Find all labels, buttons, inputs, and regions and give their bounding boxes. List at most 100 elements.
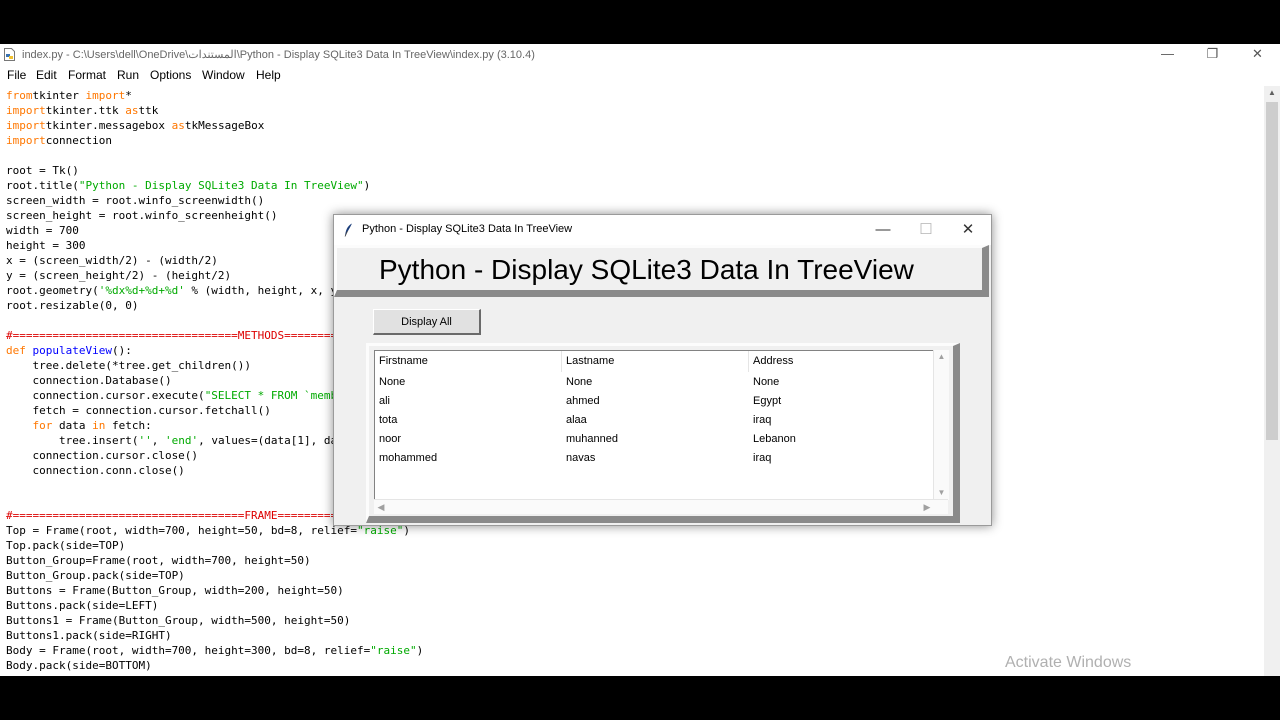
code-line: Button_Group=Frame(root, width=700, heig… (6, 553, 311, 568)
table-cell[interactable]: alaa (566, 414, 587, 426)
code-token: ) (363, 179, 371, 192)
scrollbar-thumb[interactable] (1266, 102, 1278, 440)
menu-window[interactable]: Window (202, 68, 245, 82)
tk-feather-icon (344, 223, 352, 237)
table-cell[interactable]: None (753, 376, 779, 388)
menu-help[interactable]: Help (256, 68, 281, 82)
code-token: screen_height = root.winfo_screenheight(… (6, 209, 278, 222)
menu-bar: File Edit Format Run Options Window Help (0, 66, 1280, 86)
tk-maximize-button[interactable]: ☐ (911, 220, 941, 240)
code-token: Buttons1.pack(side=RIGHT) (6, 629, 172, 642)
code-line: connection.cursor.close() (6, 448, 198, 463)
table-cell[interactable]: navas (566, 452, 595, 464)
table-cell[interactable]: iraq (753, 452, 771, 464)
code-line: root.title("Python - Display SQLite3 Dat… (6, 178, 370, 193)
table-cell[interactable]: None (379, 376, 405, 388)
code-token: '%dx%d+%d+%d' (98, 284, 185, 297)
tk-app-window: Python - Display SQLite3 Data In TreeVie… (333, 214, 992, 526)
code-line: connection.Database() (6, 373, 172, 388)
code-token: Buttons = Frame(Button_Group, width=200,… (6, 584, 344, 597)
idle-titlebar: index.py - C:\Users\dell\OneDrive\المستن… (0, 44, 1280, 66)
code-token: root.title( (6, 179, 79, 192)
code-token: tkinter.ttk (45, 104, 126, 117)
code-token: % (width, height, x, y)) (184, 284, 351, 297)
code-token: root.geometry( (6, 284, 99, 297)
code-line: root.geometry('%dx%d+%d+%d' % (width, he… (6, 283, 350, 298)
column-header-address[interactable]: Address (749, 351, 940, 372)
table-cell[interactable]: iraq (753, 414, 771, 426)
table-cell[interactable]: muhanned (566, 433, 618, 445)
code-token: as (125, 104, 139, 117)
code-token: connection.conn.close() (6, 464, 185, 477)
python-file-icon (4, 48, 15, 61)
table-cell[interactable]: tota (379, 414, 397, 426)
code-token: tkinter.messagebox (45, 119, 172, 132)
code-line: screen_height = root.winfo_screenheight(… (6, 208, 278, 223)
code-token: connection.Database() (6, 374, 172, 387)
code-token: width = 700 (6, 224, 79, 237)
code-token: from (6, 89, 33, 102)
code-token: '' (138, 434, 152, 447)
table-cell[interactable]: mohammed (379, 452, 437, 464)
treeview[interactable]: Firstname Lastname Address None None None a… (374, 350, 941, 501)
body-frame: Firstname Lastname Address None None None a… (366, 343, 960, 523)
tree-scroll-down-icon[interactable]: ▼ (934, 486, 949, 500)
code-line: Top.pack(side=TOP) (6, 538, 125, 553)
code-line: x = (screen_width/2) - (width/2) (6, 253, 218, 268)
editor-scrollbar[interactable]: ▲ (1264, 86, 1280, 676)
menu-file[interactable]: File (7, 68, 26, 82)
code-token: tree.delete(*tree.get_children()) (6, 359, 252, 372)
code-token: "Python - Display SQLite3 Data In TreeVi… (78, 179, 364, 192)
code-token: Button_Group.pack(side=TOP) (6, 569, 185, 582)
column-header-firstname[interactable]: Firstname (375, 351, 562, 372)
code-line: tree.delete(*tree.get_children()) (6, 358, 251, 373)
table-cell[interactable]: None (566, 376, 592, 388)
display-all-button[interactable]: Display All (373, 309, 481, 335)
code-line: fetch = connection.cursor.fetchall() (6, 403, 270, 418)
activate-windows-watermark: Activate Windows (1005, 654, 1132, 671)
menu-run[interactable]: Run (117, 68, 139, 82)
minimize-button[interactable]: — (1145, 44, 1190, 66)
menu-options[interactable]: Options (150, 68, 191, 82)
tk-titlebar: Python - Display SQLite3 Data In TreeVie… (334, 215, 991, 245)
code-line: Body.pack(side=BOTTOM) (6, 658, 152, 673)
treeview-horizontal-scrollbar[interactable]: ◀ ▶ (374, 499, 948, 514)
tk-window-title: Python - Display SQLite3 Data In TreeVie… (362, 223, 573, 235)
table-cell[interactable]: noor (379, 433, 401, 445)
table-cell[interactable]: Lebanon (753, 433, 796, 445)
code-line: screen_width = root.winfo_screenwidth() (6, 193, 264, 208)
tree-scroll-left-icon[interactable]: ◀ (374, 500, 388, 514)
code-line: root = Tk() (6, 163, 79, 178)
scroll-up-icon[interactable]: ▲ (1264, 86, 1280, 100)
restore-button[interactable]: ❐ (1190, 44, 1235, 66)
close-button[interactable]: ✕ (1235, 44, 1280, 66)
code-token: (): (111, 344, 132, 357)
table-cell[interactable]: ahmed (566, 395, 600, 407)
table-cell[interactable]: Egypt (753, 395, 781, 407)
code-line: Buttons = Frame(Button_Group, width=200,… (6, 583, 344, 598)
code-line: y = (screen_height/2) - (height/2) (6, 268, 231, 283)
table-cell[interactable]: ali (379, 395, 390, 407)
code-token: tkMessageBox (184, 119, 265, 132)
tree-scroll-right-icon[interactable]: ▶ (920, 500, 934, 514)
tk-close-button[interactable]: ✕ (953, 220, 983, 240)
code-token: for (6, 419, 53, 432)
code-token: data (52, 419, 93, 432)
code-line: connection.conn.close() (6, 463, 185, 478)
tree-scroll-up-icon[interactable]: ▲ (934, 350, 949, 364)
code-token: tree.insert( (6, 434, 139, 447)
code-token: Buttons.pack(side=LEFT) (6, 599, 159, 612)
menu-edit[interactable]: Edit (36, 68, 57, 82)
code-token: connection.cursor.close() (6, 449, 199, 462)
code-line: Body = Frame(root, width=700, height=300… (6, 643, 423, 658)
menu-format[interactable]: Format (68, 68, 106, 82)
treeview-vertical-scrollbar[interactable]: ▲ ▼ (933, 350, 949, 500)
code-token: import (6, 119, 46, 132)
column-header-lastname[interactable]: Lastname (562, 351, 749, 372)
code-line: importtkinter.ttk asttk (6, 103, 158, 118)
app-heading: Python - Display SQLite3 Data In TreeVie… (379, 254, 914, 285)
tk-minimize-button[interactable]: — (868, 220, 898, 240)
code-token: 'end' (164, 434, 199, 447)
code-token: Buttons1 = Frame(Button_Group, width=500… (6, 614, 351, 627)
code-line: Buttons1 = Frame(Button_Group, width=500… (6, 613, 350, 628)
